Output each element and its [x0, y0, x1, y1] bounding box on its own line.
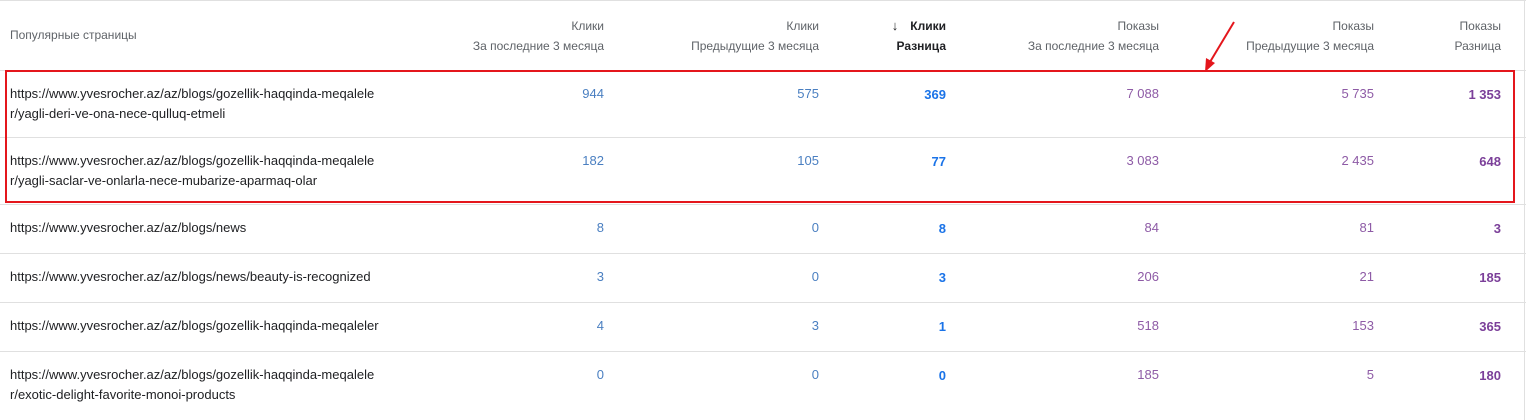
header-period-label: Предыдущие 3 месяца — [1246, 39, 1374, 53]
impressions-diff-cell: 1 353 — [1468, 86, 1501, 102]
header-metric-label: Клики — [786, 19, 819, 33]
clicks-prev-cell: 0 — [811, 366, 819, 382]
header-period-label: За последние 3 месяца — [472, 39, 604, 53]
header-metric-label: Показы — [1332, 19, 1374, 33]
clicks-last-cell: 944 — [582, 85, 604, 101]
clicks-prev-cell: 0 — [811, 268, 819, 284]
header-metric-label: Клики — [910, 19, 946, 33]
clicks-diff-cell: 3 — [938, 269, 946, 285]
impressions-last-cell: 7 088 — [1126, 85, 1159, 101]
clicks-last-cell: 4 — [596, 317, 604, 333]
table-row[interactable]: https://www.yvesrocher.az/az/blogs/gozel… — [0, 302, 1526, 351]
page-url-cell[interactable]: https://www.yvesrocher.az/az/blogs/gozel… — [0, 351, 421, 418]
page-url-cell[interactable]: https://www.yvesrocher.az/az/blogs/gozel… — [0, 137, 421, 204]
header-period-label: Разница — [1454, 39, 1501, 53]
table-header-row: Популярные страницы Клики За последние 3… — [0, 0, 1526, 70]
impressions-diff-cell: 648 — [1479, 153, 1501, 169]
clicks-last-cell: 3 — [596, 268, 604, 284]
impressions-last-cell: 185 — [1137, 366, 1159, 382]
clicks-prev-cell: 3 — [811, 317, 819, 333]
impressions-diff-cell: 180 — [1479, 367, 1501, 383]
page-url-cell[interactable]: https://www.yvesrocher.az/az/blogs/news — [0, 204, 421, 253]
impressions-diff-cell: 3 — [1493, 220, 1501, 236]
clicks-diff-cell: 1 — [938, 318, 946, 334]
impressions-prev-cell: 81 — [1359, 219, 1374, 235]
column-header-impressions-diff[interactable]: Показы Разница — [1384, 0, 1526, 70]
header-period-label: За последние 3 месяца — [1027, 39, 1159, 53]
table-row[interactable]: https://www.yvesrocher.az/az/blogs/news/… — [0, 253, 1526, 302]
impressions-prev-cell: 153 — [1352, 317, 1374, 333]
clicks-prev-cell: 105 — [797, 152, 819, 168]
top-pages-table: Популярные страницы Клики За последние 3… — [0, 0, 1526, 418]
table-row[interactable]: https://www.yvesrocher.az/az/blogs/news … — [0, 204, 1526, 253]
header-metric-label: Показы — [1459, 19, 1501, 33]
clicks-last-cell: 8 — [596, 219, 604, 235]
page-url-cell[interactable]: https://www.yvesrocher.az/az/blogs/gozel… — [0, 302, 421, 351]
impressions-prev-cell: 5 735 — [1341, 85, 1374, 101]
header-period-label: Предыдущие 3 месяца — [691, 39, 819, 53]
page-url-cell[interactable]: https://www.yvesrocher.az/az/blogs/news/… — [0, 253, 421, 302]
column-header-impressions-prev[interactable]: Показы Предыдущие 3 месяца — [1169, 0, 1384, 70]
page-url-cell[interactable]: https://www.yvesrocher.az/az/blogs/gozel… — [0, 70, 421, 137]
column-header-pages: Популярные страницы — [0, 0, 421, 70]
table-row[interactable]: https://www.yvesrocher.az/az/blogs/gozel… — [0, 137, 1526, 204]
impressions-diff-cell: 365 — [1479, 318, 1501, 334]
header-metric-label: Клики — [571, 19, 604, 33]
clicks-last-cell: 182 — [582, 152, 604, 168]
column-header-clicks-last[interactable]: Клики За последние 3 месяца — [421, 0, 614, 70]
table-row[interactable]: https://www.yvesrocher.az/az/blogs/gozel… — [0, 351, 1526, 418]
header-period-label: Разница — [896, 39, 946, 53]
right-divider — [1524, 0, 1525, 420]
clicks-prev-cell: 0 — [811, 219, 819, 235]
clicks-diff-cell: 369 — [924, 86, 946, 102]
column-header-clicks-prev[interactable]: Клики Предыдущие 3 месяца — [614, 0, 829, 70]
clicks-diff-cell: 8 — [938, 220, 946, 236]
clicks-prev-cell: 575 — [797, 85, 819, 101]
impressions-prev-cell: 5 — [1366, 366, 1374, 382]
impressions-prev-cell: 2 435 — [1341, 152, 1374, 168]
impressions-diff-cell: 185 — [1479, 269, 1501, 285]
impressions-last-cell: 84 — [1144, 219, 1159, 235]
impressions-prev-cell: 21 — [1359, 268, 1374, 284]
impressions-last-cell: 518 — [1137, 317, 1159, 333]
column-header-impressions-last[interactable]: Показы За последние 3 месяца — [956, 0, 1169, 70]
column-header-pages-label: Популярные страницы — [10, 27, 137, 42]
header-metric-label: Показы — [1117, 19, 1159, 33]
column-header-clicks-diff[interactable]: ↓ Клики Разница — [829, 0, 956, 70]
clicks-diff-cell: 77 — [931, 153, 946, 169]
clicks-last-cell: 0 — [596, 366, 604, 382]
performance-pages-table-panel: Популярные страницы Клики За последние 3… — [0, 0, 1526, 420]
impressions-last-cell: 3 083 — [1126, 152, 1159, 168]
clicks-diff-cell: 0 — [938, 367, 946, 383]
arrow-down-icon[interactable]: ↓ — [892, 16, 899, 36]
impressions-last-cell: 206 — [1137, 268, 1159, 284]
table-row[interactable]: https://www.yvesrocher.az/az/blogs/gozel… — [0, 70, 1526, 137]
